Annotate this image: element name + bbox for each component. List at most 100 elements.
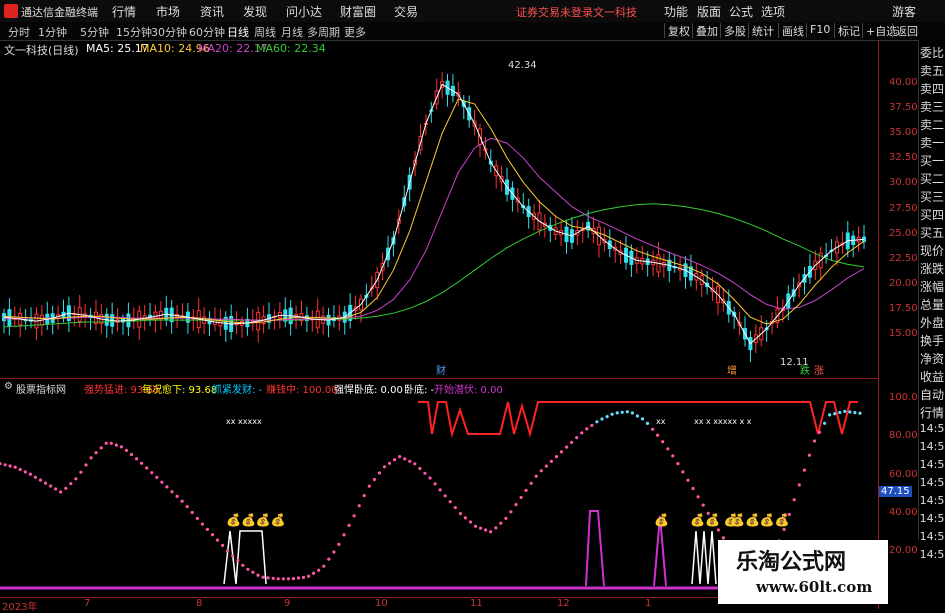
tool-diejia[interactable]: 叠加: [692, 23, 718, 38]
ind-zhuajin: 抓紧发财: -: [212, 385, 263, 396]
period-more[interactable]: 更多: [344, 24, 366, 40]
sidebar-item: 买三: [919, 190, 944, 204]
tool-fuquan[interactable]: 复权: [664, 23, 690, 38]
menu-gongneng[interactable]: 功能: [664, 3, 688, 20]
menu-wenxiaoda[interactable]: 问小达: [286, 3, 322, 20]
period-30min[interactable]: 30分钟: [151, 24, 187, 40]
sidebar-item: 买四: [919, 208, 944, 222]
indicator-dot: [99, 446, 103, 450]
tool-tongji[interactable]: 统计: [748, 23, 774, 38]
time-tick: 2023年: [2, 602, 38, 613]
indicator-dot: [529, 481, 533, 485]
menu-youke[interactable]: 游客: [892, 3, 916, 20]
indicator-dot: [266, 576, 270, 580]
indicator-dot: [190, 510, 194, 515]
indicator-dot: [296, 576, 301, 580]
menu-zixun[interactable]: 资讯: [200, 3, 224, 20]
indicator-dot: [600, 417, 604, 421]
time-tick: 1: [645, 598, 652, 609]
indicator-dot: [398, 455, 402, 459]
time-tick: 10: [375, 598, 388, 609]
indicator-dot: [433, 482, 437, 486]
menu-shichang[interactable]: 市场: [156, 3, 180, 20]
indicator-dot: [575, 436, 579, 440]
tool-fanhui[interactable]: 返回: [892, 23, 918, 38]
indicator-name[interactable]: 股票指标网: [16, 381, 66, 396]
price-tick: 20.00: [889, 278, 918, 289]
indicator-dot: [782, 527, 786, 531]
price-tick: 37.50: [889, 102, 918, 113]
ind-zhuanqian: 赚钱中: 100.00: [266, 385, 338, 396]
menu-caifuquan[interactable]: 财富圈: [340, 3, 376, 20]
period-1min[interactable]: 1分钟: [38, 24, 67, 40]
time-tick: 11: [470, 598, 483, 609]
price-tick: 22.50: [889, 253, 918, 264]
indicator-dot: [180, 499, 184, 503]
indicator-dot: [160, 480, 164, 484]
indicator-dot: [509, 510, 513, 514]
indicator-dot: [423, 471, 427, 475]
indicator-settings-icon[interactable]: ⚙: [4, 381, 13, 392]
sidebar-item: 外盘: [919, 316, 944, 330]
indicator-dot: [377, 471, 381, 475]
app-logo-icon: [4, 4, 18, 18]
indicator-dot: [372, 477, 376, 482]
period-daily[interactable]: 日线: [227, 24, 249, 40]
period-monthly[interactable]: 月线: [281, 24, 303, 40]
indicator-dot: [342, 533, 346, 537]
indicator-dot: [615, 411, 619, 415]
period-multi[interactable]: 多周期: [307, 24, 340, 40]
sidebar-item: 涨跌: [919, 262, 944, 276]
indicator-dot: [64, 486, 68, 490]
indicator-dot: [18, 467, 22, 472]
period-weekly[interactable]: 周线: [254, 24, 276, 40]
indicator-dot: [28, 472, 32, 476]
indicator-dot: [408, 459, 412, 463]
indicator-dot: [13, 465, 17, 469]
money-bag-icon: 💰💰💰💰: [226, 513, 286, 527]
indicator-dot: [74, 477, 78, 481]
indicator-dot: [205, 527, 209, 531]
indicator-dot: [114, 443, 118, 447]
indicator-dot: [241, 563, 245, 567]
app-name: 通达信金融终端: [21, 6, 98, 19]
login-status[interactable]: 证券交易未登录: [516, 4, 593, 20]
period-5min[interactable]: 5分钟: [80, 24, 109, 40]
indicator-dot: [170, 490, 174, 494]
indicator-dot: [221, 543, 225, 547]
cai-marker: 财: [436, 364, 446, 377]
indicator-dot: [119, 445, 123, 449]
price-tick: 40.00: [889, 77, 918, 88]
indicator-dot: [69, 482, 73, 486]
menu-gongshi[interactable]: 公式: [729, 3, 753, 20]
menu-hangqing[interactable]: 行情: [112, 3, 136, 20]
tool-biaoji[interactable]: 标记: [834, 23, 860, 38]
menu-banmian[interactable]: 版面: [697, 3, 721, 20]
high-label: 42.34: [508, 60, 537, 71]
price-tick: 32.50: [889, 152, 918, 163]
menu-faxian[interactable]: 发现: [243, 3, 267, 20]
sidebar-item: 卖一: [919, 136, 944, 150]
period-toolbar: 分时 1分钟 5分钟 15分钟 30分钟 60分钟 日线 周线 月线 多周期 更…: [0, 22, 945, 41]
menu-jiaoyi[interactable]: 交易: [394, 3, 418, 20]
tool-f10[interactable]: F10: [806, 23, 830, 38]
period-fenshi[interactable]: 分时: [8, 24, 30, 40]
tool-duogu[interactable]: 多股: [720, 23, 746, 38]
indicator-dot: [524, 488, 528, 492]
pane-divider[interactable]: [0, 378, 878, 379]
sidebar-item: 收益: [919, 370, 944, 384]
menu-xuanxiang[interactable]: 选项: [761, 3, 785, 20]
indicator-dot: [570, 440, 574, 444]
period-15min[interactable]: 15分钟: [116, 24, 152, 40]
tool-huaxian[interactable]: 画线: [778, 23, 804, 38]
indicator-dot: [236, 558, 240, 563]
price-chart[interactable]: 42.34 12.11 财 增 跌 涨: [0, 40, 878, 378]
indicator-dot: [337, 542, 341, 546]
indicator-dot: [544, 464, 549, 468]
indicator-dot: [565, 445, 569, 449]
indicator-dot: [145, 466, 149, 470]
indicator-dot: [559, 450, 564, 454]
period-60min[interactable]: 60分钟: [189, 24, 225, 40]
indicator-dot: [534, 474, 538, 478]
indicator-dot: [231, 554, 235, 558]
